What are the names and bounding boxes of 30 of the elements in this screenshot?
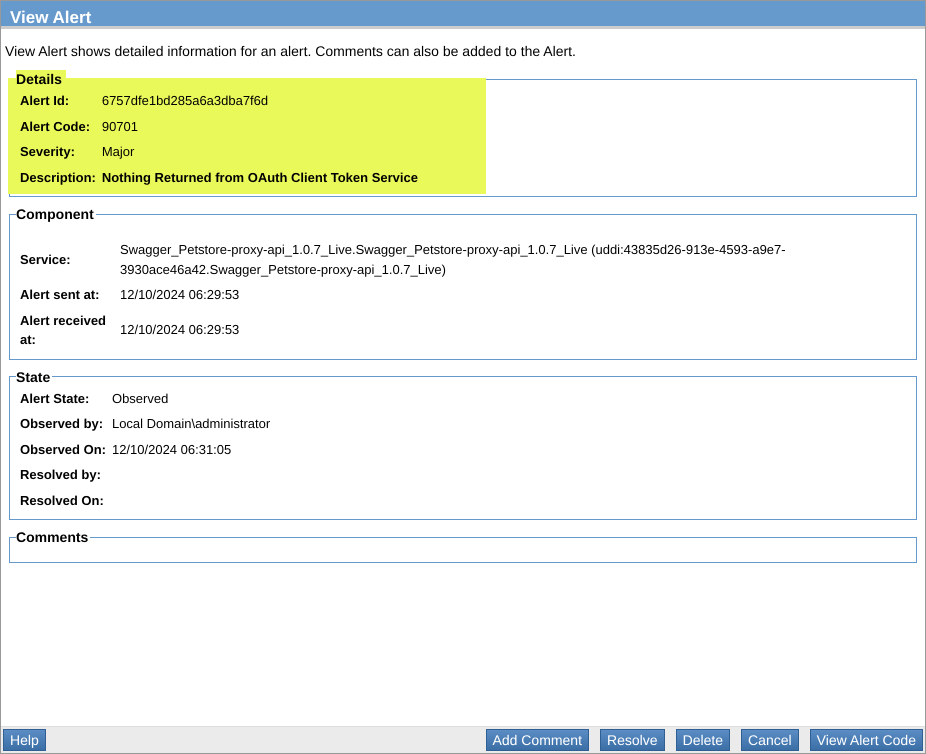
intro-text: View Alert shows detailed information for an alert. Comments can also be added to the Alert. (4, 42, 577, 61)
field-label: Alert Code: (20, 118, 92, 136)
field-value: Major (102, 143, 136, 161)
help-button[interactable]: Help (3, 729, 46, 751)
field-label: Alert received at: (20, 312, 107, 349)
action-button[interactable]: Cancel (741, 729, 799, 751)
field-label: Resolved by: (20, 466, 102, 484)
field-value: 12/10/2024 06:29:53 (120, 321, 240, 340)
action-button[interactable]: Delete (676, 729, 730, 751)
action-button[interactable]: View Alert Code (810, 729, 923, 751)
field-value: Swagger_Petstore-proxy-api_1.0.7_Live.Swagger_Petstore-proxy-api_1.0.7_Live (uddi:43835d26-913e-4593-a9e7-3930ace46a42.Swagger_Petstore-proxy-api_1.0.7_Live) (120, 241, 787, 279)
field-label: Alert State: (20, 390, 90, 408)
field-value: 90701 (102, 118, 139, 136)
field-label: Observed On: (20, 440, 107, 458)
field-label: Observed by: (20, 415, 104, 433)
field-value: 6757dfe1bd285a6a3dba7f6d (102, 92, 270, 110)
field-label: Alert Id: (20, 92, 70, 110)
field-label: Severity: (20, 143, 76, 161)
field-value: Local Domain\administrator (112, 415, 272, 433)
field-value: Observed (112, 390, 170, 408)
field-label: Resolved On: (20, 492, 105, 510)
field-value: Nothing Returned from OAuth Client Token Service (102, 168, 419, 187)
page-title: View Alert (1, 1, 925, 29)
field-label: Alert sent at: (20, 286, 100, 304)
action-button[interactable]: Add Comment (486, 729, 589, 751)
field-value: 12/10/2024 06:31:05 (112, 440, 232, 458)
field-label: Description: (20, 168, 97, 187)
action-button[interactable]: Resolve (600, 729, 665, 751)
field-label: Service: (20, 250, 72, 269)
field-value: 12/10/2024 06:29:53 (120, 286, 240, 304)
